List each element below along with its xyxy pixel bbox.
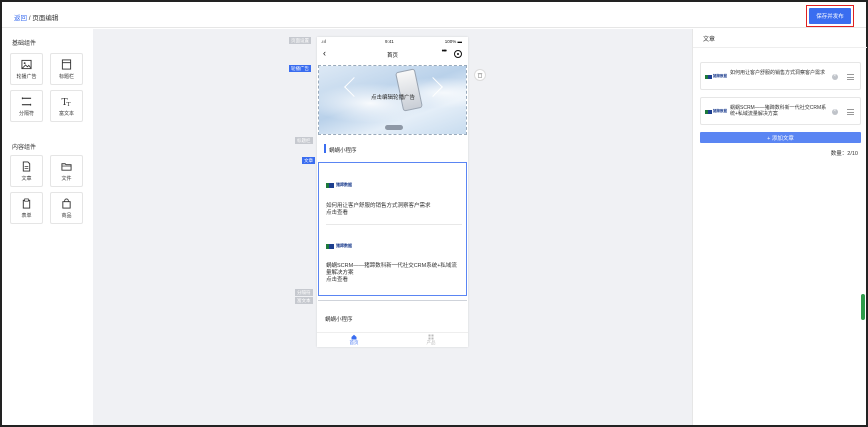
- logo-name: 猪蹄数据: [336, 182, 352, 187]
- bag-icon: [62, 198, 71, 209]
- logo-mark-icon: [326, 182, 334, 188]
- article-link[interactable]: 点击查看: [326, 210, 462, 217]
- component-panel: 基础组件 轮播广告 标题栏 分隔符 TT 富文本 内容组件 文章 文件 表单 商…: [2, 29, 93, 425]
- widget-label: 标题栏: [58, 73, 74, 80]
- panel-divider: [693, 47, 867, 48]
- widget-rich-text[interactable]: TT 富文本: [50, 90, 83, 122]
- form-icon: [22, 198, 31, 209]
- page-title: 页面编辑: [32, 15, 59, 22]
- basic-components-title: 基础组件: [12, 41, 37, 47]
- tag-title-bar[interactable]: 标题栏: [295, 137, 313, 144]
- article-separator: [326, 224, 462, 225]
- add-article-button[interactable]: + 添加文章: [700, 132, 861, 143]
- divider-component[interactable]: [318, 300, 467, 301]
- tag-divider[interactable]: 分隔符: [295, 289, 313, 296]
- title-bar-component[interactable]: 蜗蜗小程序: [318, 141, 467, 157]
- delete-component-button[interactable]: [474, 69, 486, 81]
- widget-label: 表单: [21, 212, 32, 219]
- tag-page-settings[interactable]: 页面设置: [289, 37, 311, 44]
- signal-indicator: .ııl: [321, 39, 326, 44]
- more-icon: •••: [441, 48, 447, 55]
- logo-name: 猪蹄数据: [713, 74, 727, 78]
- svg-text:T: T: [67, 101, 71, 107]
- divider-icon: [21, 96, 32, 106]
- article-card[interactable]: 猪蹄数据 蜗蜗SCRM——猪蹄数科新一代社交CRM系统+私域流量解决方案: [700, 97, 861, 125]
- folder-icon: [61, 162, 72, 171]
- rich-text-icon: TT: [61, 97, 71, 107]
- tab-label: 首页: [349, 340, 359, 345]
- title-accent-bar: [324, 144, 326, 153]
- drag-handle-icon[interactable]: [847, 109, 854, 115]
- tab-bar: 首页 产品: [317, 332, 468, 347]
- widget-form[interactable]: 表单: [10, 192, 43, 224]
- article-link[interactable]: 点击查看: [326, 277, 462, 284]
- scrollbar-thumb[interactable]: [861, 294, 865, 320]
- rich-text-component[interactable]: 蜗蜗小程序: [318, 303, 467, 333]
- remove-icon[interactable]: [832, 73, 838, 80]
- card-logo: 猪蹄数据: [705, 74, 727, 79]
- title-bar-icon: [61, 58, 72, 70]
- image-icon: [21, 59, 32, 69]
- panel-title: 文章: [703, 37, 716, 43]
- title-bar-text: 蜗蜗小程序: [329, 148, 357, 154]
- battery-indicator: 100% ▬: [444, 39, 462, 44]
- logo-mark-icon: [705, 74, 712, 79]
- phone-preview: .ııl 9:41 100% ▬ ‹ 首页 ••• 点击编辑轮播广告 蜗蜗小程序: [317, 37, 468, 347]
- widget-file[interactable]: 文件: [50, 155, 83, 187]
- article-logo: 猪蹄数据: [326, 182, 352, 188]
- carousel-banner[interactable]: 点击编辑轮播广告: [318, 65, 467, 135]
- top-bar: 返回 / 页面编辑 保存并发布: [2, 2, 866, 28]
- article-title: 如何用让客户舒服的销售方式洞察客户需求: [326, 203, 431, 209]
- logo-mark-icon: [705, 109, 712, 114]
- widget-label: 分隔符: [18, 110, 34, 117]
- capsule-close-icon: [454, 50, 462, 58]
- banner-indicator: [385, 125, 403, 130]
- save-publish-highlight: 保存并发布: [806, 5, 854, 27]
- widget-title-bar[interactable]: 标题栏: [50, 53, 83, 85]
- article-item[interactable]: 如何用让客户舒服的销售方式洞察客户需求 点击查看: [326, 203, 462, 217]
- logo-name: 猪蹄数据: [336, 243, 352, 248]
- drag-handle-icon[interactable]: [847, 74, 854, 80]
- widget-product[interactable]: 商品: [50, 192, 83, 224]
- tag-article[interactable]: 文章: [302, 157, 315, 164]
- save-publish-button[interactable]: 保存并发布: [809, 8, 851, 24]
- card-logo: 猪蹄数据: [705, 109, 727, 114]
- status-bar: .ııl 9:41 100% ▬: [317, 37, 468, 46]
- widget-label: 文件: [61, 175, 72, 182]
- widget-divider[interactable]: 分隔符: [10, 90, 43, 122]
- tab-label: 产品: [426, 340, 436, 345]
- back-link[interactable]: 返回: [14, 15, 27, 22]
- logo-name: 猪蹄数据: [713, 109, 727, 113]
- tab-home[interactable]: 首页: [334, 334, 374, 346]
- rich-text-content: 蜗蜗小程序: [325, 317, 353, 323]
- article-logo: 猪蹄数据: [326, 243, 352, 249]
- tab-products[interactable]: 产品: [411, 334, 451, 346]
- article-count: 数量：2/10: [830, 151, 858, 157]
- widget-label: 文章: [21, 175, 32, 182]
- editor-canvas: 页面设置 轮播广告 标题栏 文章 分隔符 富文本 .ııl 9:41 100% …: [93, 29, 692, 425]
- banner-text: 点击编辑轮播广告: [371, 95, 416, 101]
- status-time: 9:41: [385, 39, 394, 44]
- widget-label: 富文本: [58, 110, 74, 117]
- widget-article[interactable]: 文章: [10, 155, 43, 187]
- article-card[interactable]: 猪蹄数据 如何用让客户舒服的销售方式洞察客户需求: [700, 62, 861, 90]
- tag-carousel[interactable]: 轮播广告: [289, 65, 311, 72]
- mini-program-navbar: ‹ 首页 •••: [317, 46, 468, 61]
- logo-mark-icon: [326, 243, 334, 249]
- card-title: 蜗蜗SCRM——猪蹄数科新一代社交CRM系统+私域流量解决方案: [730, 105, 827, 117]
- trash-icon: [477, 73, 483, 78]
- breadcrumb: 返回 / 页面编辑: [14, 12, 58, 22]
- article-item[interactable]: 蜗蜗SCRM——猪蹄数科新一代社交CRM系统+私域流量解决方案 点击查看: [326, 263, 462, 284]
- article-title: 蜗蜗SCRM——猪蹄数科新一代社交CRM系统+私域流量解决方案: [326, 263, 457, 276]
- widget-carousel[interactable]: 轮播广告: [10, 53, 43, 85]
- tag-rich-text[interactable]: 富文本: [295, 297, 313, 304]
- card-title: 如何用让客户舒服的销售方式洞察客户需求: [730, 70, 826, 76]
- widget-label: 轮播广告: [16, 73, 37, 80]
- remove-icon[interactable]: [832, 108, 838, 115]
- content-components-title: 内容组件: [12, 145, 37, 151]
- widget-label: 商品: [61, 212, 72, 219]
- article-component[interactable]: 猪蹄数据 如何用让客户舒服的销售方式洞察客户需求 点击查看 猪蹄数据 蜗蜗SCR…: [318, 162, 467, 296]
- document-icon: [22, 160, 31, 172]
- properties-panel: 文章 猪蹄数据 如何用让客户舒服的销售方式洞察客户需求 猪蹄数据 蜗蜗SCRM—…: [692, 29, 867, 425]
